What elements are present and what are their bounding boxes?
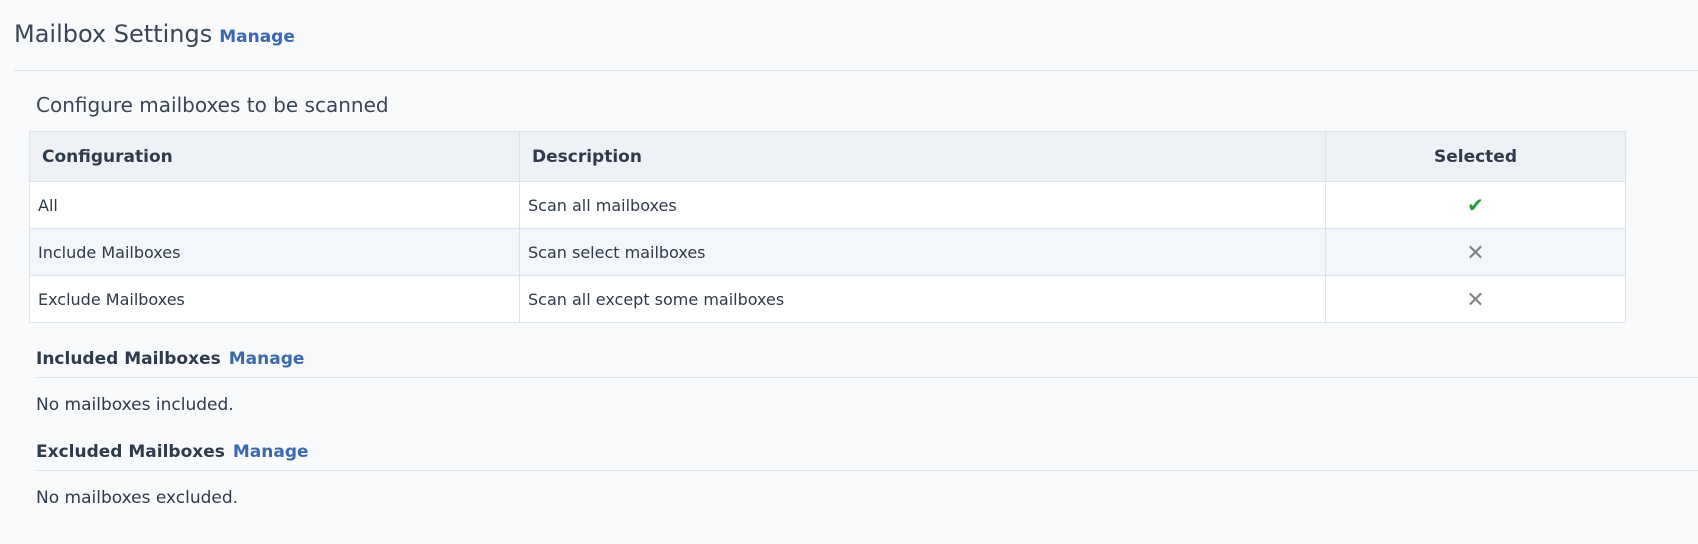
included-mailboxes-title: Included Mailboxes <box>36 349 221 369</box>
included-divider <box>36 377 1698 378</box>
manage-excluded-mailboxes-link[interactable]: Manage <box>233 442 309 462</box>
included-mailboxes-header: Included Mailboxes Manage <box>36 349 304 369</box>
configuration-cell: Exclude Mailboxes <box>29 275 520 323</box>
table-row[interactable]: Exclude Mailboxes Scan all except some m… <box>29 275 1626 323</box>
table-header-row: Configuration Description Selected <box>29 131 1626 182</box>
excluded-empty-text: No mailboxes excluded. <box>36 488 239 508</box>
included-empty-text: No mailboxes included. <box>36 395 234 415</box>
configuration-cell: Include Mailboxes <box>29 228 520 276</box>
header-divider <box>14 70 1698 71</box>
excluded-divider <box>36 470 1698 471</box>
x-icon: ✕ <box>1466 288 1485 313</box>
page-header: Mailbox Settings Manage <box>14 20 295 48</box>
excluded-mailboxes-header: Excluded Mailboxes Manage <box>36 442 309 462</box>
column-header-configuration: Configuration <box>29 131 520 182</box>
page-title: Mailbox Settings <box>14 20 213 48</box>
description-cell: Scan all mailboxes <box>519 181 1326 229</box>
table-row[interactable]: All Scan all mailboxes ✔ <box>29 181 1626 229</box>
manage-mailbox-settings-link[interactable]: Manage <box>219 27 295 47</box>
configuration-cell: All <box>29 181 520 229</box>
selected-cell: ✕ <box>1325 275 1626 323</box>
description-cell: Scan all except some mailboxes <box>519 275 1326 323</box>
config-table: Configuration Description Selected All S… <box>29 131 1626 323</box>
column-header-selected: Selected <box>1325 131 1626 182</box>
description-cell: Scan select mailboxes <box>519 228 1326 276</box>
manage-included-mailboxes-link[interactable]: Manage <box>229 349 305 369</box>
selected-cell: ✕ <box>1325 228 1626 276</box>
table-row[interactable]: Include Mailboxes Scan select mailboxes … <box>29 228 1626 276</box>
config-section-title: Configure mailboxes to be scanned <box>36 93 389 117</box>
column-header-description: Description <box>519 131 1326 182</box>
mailbox-settings-page: Mailbox Settings Manage Configure mailbo… <box>0 0 1698 544</box>
x-icon: ✕ <box>1466 241 1485 266</box>
check-icon: ✔ <box>1467 192 1484 217</box>
excluded-mailboxes-title: Excluded Mailboxes <box>36 442 225 462</box>
selected-cell: ✔ <box>1325 181 1626 229</box>
